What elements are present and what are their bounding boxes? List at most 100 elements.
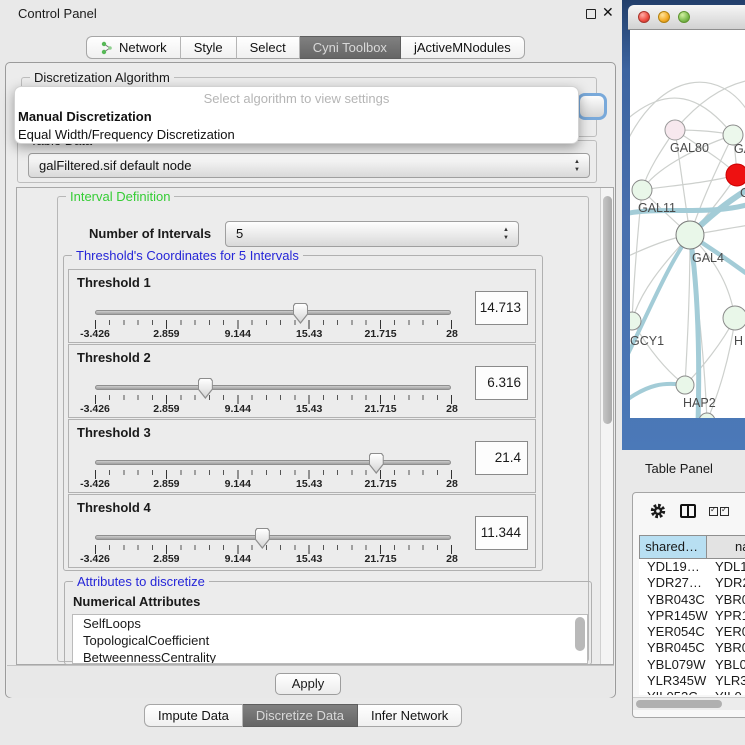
algorithm-placeholder-item[interactable]: Select algorithm to view settings — [15, 89, 578, 108]
threshold-4-slider[interactable] — [95, 535, 451, 540]
network-window-titlebar — [628, 5, 745, 30]
column-header-shared-name[interactable]: shared… — [639, 535, 707, 559]
tab-style[interactable]: Style — [181, 36, 237, 59]
node-table-body[interactable]: YDL19…YDL1YDR27…YDR2YBR043CYBR0YPR145WYP… — [639, 559, 745, 695]
node-label: GAL11 — [638, 201, 676, 215]
tab-select[interactable]: Select — [237, 36, 300, 59]
tick-label: 9.144 — [225, 478, 251, 490]
table-row[interactable]: YDL19…YDL1 — [639, 559, 745, 575]
vertical-scrollbar[interactable] — [600, 188, 613, 664]
table-cell[interactable]: YDL19… — [639, 559, 707, 575]
tab-discretize-data[interactable]: Discretize Data — [243, 704, 358, 727]
cyni-toolbox-panel: Discretization Algorithm Select algorith… — [5, 62, 616, 698]
table-cell[interactable]: YBR043C — [639, 592, 707, 608]
close-window-icon[interactable]: ✕ — [602, 4, 614, 21]
attribute-item[interactable]: SelfLoops — [73, 615, 587, 632]
network-node[interactable] — [632, 180, 652, 200]
vertical-scrollbar-thumb[interactable] — [603, 196, 612, 424]
threshold-3-slider[interactable] — [95, 460, 451, 465]
threshold-row-1: Threshold 1 -3.4262.8599.14415.4321.7152… — [68, 269, 536, 343]
threshold-3-value-field[interactable]: 21.4 — [475, 441, 528, 475]
table-cell[interactable]: YPR145W — [639, 608, 707, 624]
attribute-item[interactable]: TopologicalCoefficient — [73, 632, 587, 649]
control-panel-window: Control Panel ✕ Network Style Select Cyn… — [0, 0, 622, 745]
network-edge[interactable] — [642, 175, 737, 190]
tab-network[interactable]: Network — [86, 36, 181, 59]
threshold-2-value-field[interactable]: 6.316 — [475, 366, 528, 400]
attribute-item[interactable]: BetweennessCentrality — [73, 649, 587, 664]
threshold-4-value-field[interactable]: 11.344 — [475, 516, 528, 550]
network-edge[interactable] — [675, 80, 745, 130]
algorithm-item-manual[interactable]: Manual Discretization — [15, 108, 578, 126]
checkbox-icon — [720, 507, 729, 516]
select-columns-icon[interactable] — [709, 507, 729, 516]
table-cell[interactable]: YER054C — [639, 624, 707, 640]
algorithm-combobox[interactable] — [577, 93, 607, 120]
table-panel: Table Panel shared… na YDL19…YDL1YDR27…Y… — [622, 450, 745, 745]
tab-impute-data[interactable]: Impute Data — [144, 704, 243, 727]
numerical-attributes-list[interactable]: SelfLoopsTopologicalCoefficientBetweenne… — [72, 614, 588, 664]
table-row[interactable]: YLR345WYLR3 — [639, 673, 745, 689]
node-label: GA — [734, 142, 745, 156]
number-of-intervals-combobox[interactable]: 5 ▲▼ — [225, 221, 519, 247]
threshold-1-value-field[interactable]: 14.713 — [475, 291, 528, 325]
table-cell[interactable]: YIL052C — [639, 689, 707, 695]
apply-button[interactable]: Apply — [275, 673, 341, 695]
float-window-icon[interactable] — [586, 9, 596, 19]
apply-strip: Apply — [7, 665, 614, 698]
network-node[interactable] — [676, 221, 704, 249]
tab-cyni-toolbox[interactable]: Cyni Toolbox — [300, 36, 401, 59]
table-cell[interactable]: YER0 — [707, 624, 745, 640]
checkbox-icon — [709, 507, 718, 516]
table-cell[interactable]: YDL1 — [707, 559, 745, 575]
threshold-2-slider[interactable] — [95, 385, 451, 390]
list-scrollbar-thumb[interactable] — [575, 617, 585, 651]
table-cell[interactable]: YBR045C — [639, 640, 707, 656]
threshold-3-label: Threshold 3 — [77, 425, 151, 440]
columns-icon[interactable] — [680, 504, 696, 518]
network-node[interactable] — [699, 413, 715, 418]
table-row[interactable]: YBR043CYBR0 — [639, 592, 745, 608]
table-row[interactable]: YPR145WYPR1 — [639, 608, 745, 624]
threshold-1-slider[interactable] — [95, 310, 451, 315]
table-cell[interactable]: YBL079W — [639, 657, 707, 673]
network-edge[interactable] — [685, 318, 735, 385]
table-cell[interactable]: YDR27… — [639, 575, 707, 591]
table-cell[interactable]: YLR3 — [707, 673, 745, 689]
window-title: Control Panel — [18, 6, 97, 21]
table-row[interactable]: YIL052CYIL0 — [639, 689, 745, 695]
horizontal-scrollbar[interactable] — [633, 697, 745, 710]
table-row[interactable]: YER054CYER0 — [639, 624, 745, 640]
table-cell[interactable]: YDR2 — [707, 575, 745, 591]
horizontal-scrollbar-thumb[interactable] — [636, 700, 722, 708]
tab-infer-network[interactable]: Infer Network — [358, 704, 462, 727]
node-label: GCY1 — [630, 334, 664, 348]
gear-icon[interactable] — [649, 502, 667, 520]
tick-label: 2.859 — [153, 478, 179, 490]
table-row[interactable]: YDR27…YDR2 — [639, 575, 745, 591]
network-node[interactable] — [665, 120, 685, 140]
mac-zoom-icon[interactable] — [678, 11, 690, 23]
table-cell[interactable]: YLR345W — [639, 673, 707, 689]
table-row[interactable]: YBL079WYBL0 — [639, 657, 745, 673]
mac-close-icon[interactable] — [638, 11, 650, 23]
table-cell[interactable]: YBR0 — [707, 640, 745, 656]
table-data-combobox[interactable]: galFiltered.sif default node ▲▼ — [28, 153, 590, 178]
network-canvas[interactable]: GAL80GACGAL11GAL4GCY1HHAP2 — [630, 30, 745, 418]
tick-label: 28 — [446, 553, 458, 565]
network-node[interactable] — [726, 164, 745, 186]
algorithm-item-equal-width[interactable]: Equal Width/Frequency Discretization — [15, 126, 578, 144]
table-cell[interactable]: YBR0 — [707, 592, 745, 608]
table-cell[interactable]: YIL0 — [707, 689, 745, 695]
table-cell[interactable]: YBL0 — [707, 657, 745, 673]
network-node[interactable] — [723, 306, 745, 330]
control-panel-titlebar: Control Panel ✕ — [0, 0, 622, 26]
column-header-name[interactable]: na — [707, 535, 745, 559]
mac-minimize-icon[interactable] — [658, 11, 670, 23]
tick-label: 21.715 — [365, 328, 397, 340]
table-cell[interactable]: YPR1 — [707, 608, 745, 624]
network-edge[interactable] — [685, 235, 690, 385]
tab-jactivemnodules[interactable]: jActiveMNodules — [401, 36, 525, 59]
network-node[interactable] — [676, 376, 694, 394]
table-row[interactable]: YBR045CYBR0 — [639, 640, 745, 656]
